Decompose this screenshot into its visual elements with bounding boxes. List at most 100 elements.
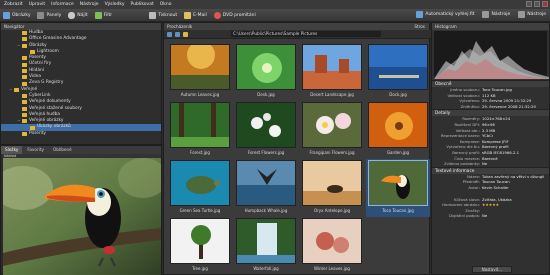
- tree-item[interactable]: Posenty: [1, 131, 161, 137]
- tools-button-2[interactable]: Nástroje: [518, 11, 546, 18]
- thumbnail-item[interactable]: Frangipani Flowers.jpg: [300, 101, 364, 159]
- tab-oblibene[interactable]: Oblíbené: [49, 146, 76, 154]
- thumbnail-item[interactable]: Tree.jpg: [168, 217, 232, 275]
- thumbnail-item[interactable]: Forest.jpg: [168, 101, 232, 159]
- info-key: Zvlákno podobnky:: [444, 161, 480, 167]
- thumbnail-caption: Dock.jpg: [389, 92, 407, 97]
- find-label: Nájít: [77, 12, 88, 18]
- tools-label-2: Nástroje: [527, 12, 546, 17]
- maximize-button[interactable]: [534, 1, 540, 7]
- menu-informace[interactable]: Informace: [51, 2, 74, 7]
- folder-icon: [14, 87, 19, 92]
- thumbnail-item[interactable]: Green Sea Turtle.jpg: [168, 159, 232, 217]
- email-button[interactable]: E-Mail: [184, 11, 207, 19]
- thumbnail-image: [302, 218, 362, 264]
- thumbnail-item[interactable]: Winter Leaves.jpg: [300, 217, 364, 275]
- histogram-chart: [434, 31, 549, 79]
- dvd-icon: [213, 11, 221, 19]
- forward-icon[interactable]: [175, 31, 180, 37]
- signature-value: Ne: [482, 213, 488, 219]
- back-icon[interactable]: [167, 31, 172, 37]
- close-button[interactable]: [542, 1, 548, 7]
- path-input[interactable]: C:\Users\Public\Pictures\Sample Pictures: [231, 31, 381, 37]
- thumbnail-item[interactable]: Garden.jpg: [366, 101, 430, 159]
- thumbnail-item[interactable]: Dock.jpg: [366, 43, 430, 101]
- preview-panel: Složky Favority Oblíbené Náhled: [0, 145, 162, 275]
- filter-button[interactable]: Filtr: [94, 11, 113, 19]
- folder-up-icon[interactable]: [183, 31, 188, 37]
- filter-label: Filtr: [103, 12, 113, 18]
- email-icon: [184, 11, 192, 19]
- detail-info: Rozměry: 1024×768×24 Rozlišení DPI: 96×96 Ve…: [432, 116, 549, 166]
- tab-favorites[interactable]: Favority: [23, 146, 48, 154]
- folder-icon: [22, 131, 27, 136]
- general-info: Jméno souboru: Toco Toucan.jpg Velikost so…: [432, 87, 549, 109]
- thumbnail-image: [236, 44, 296, 90]
- folder-icon: [22, 56, 27, 61]
- thumbnail-caption: Autumn Leaves.jpg: [180, 92, 220, 97]
- menu-publikovat[interactable]: Publikovat: [131, 2, 154, 7]
- menu-vysledky[interactable]: Výsledky: [105, 2, 125, 7]
- dvd-slideshow-button[interactable]: DVD promítání: [213, 11, 256, 19]
- menu-upravit[interactable]: Upravit: [29, 2, 45, 7]
- filter-icon: [94, 11, 102, 19]
- thumbnail-image: [170, 102, 230, 148]
- folder-icon: [22, 119, 27, 124]
- thumbnail-image: [368, 44, 428, 90]
- panels-button[interactable]: Panely: [37, 11, 61, 19]
- thumbnail-caption: Green Sea Turtle.jpg: [179, 208, 221, 213]
- path-bar: C:\Users\Public\Pictures\Sample Pictures: [164, 30, 431, 39]
- rating-stars[interactable]: ★★★★★: [482, 202, 499, 208]
- print-button[interactable]: Tisknout: [149, 11, 178, 19]
- preview-image-toucan: [3, 158, 161, 275]
- thumbnail-item[interactable]: Desk.jpg: [234, 43, 298, 101]
- thumbnail-item[interactable]: Waterfall.jpg: [234, 217, 298, 275]
- thumbnail-item[interactable]: Desert Landscape.jpg: [300, 43, 364, 101]
- thumbnail-item[interactable]: Autumn Leaves.jpg: [168, 43, 232, 101]
- signature-row: Digitální podpis: Ne: [432, 213, 549, 219]
- expand-toggle-icon[interactable]: −: [17, 43, 20, 49]
- tab-folders[interactable]: Složky: [1, 146, 23, 154]
- thumbnail-image: [302, 102, 362, 148]
- expand-toggle-icon[interactable]: −: [17, 118, 20, 124]
- histogram-graph: [434, 41, 549, 79]
- thumbnail-item[interactable]: Toco Toucan.jpg: [366, 159, 430, 217]
- thumbnail-caption: Winter Leaves.jpg: [314, 266, 350, 271]
- menu-zobrazit[interactable]: Zobrazit: [4, 2, 23, 7]
- thumbnail-item[interactable]: Forest Flowers.jpg: [234, 101, 298, 159]
- thumbnail-caption: Forest.jpg: [190, 150, 210, 155]
- text-info: Název: Tukan zavřený na větví v džungli Př…: [432, 174, 549, 191]
- folder-icon: [22, 68, 27, 73]
- thumbnail-caption: Oryx Antelope.jpg: [313, 208, 351, 213]
- thumbnail-item[interactable]: Humpback Whale.jpg: [234, 159, 298, 217]
- thumbnail-caption: Desk.jpg: [257, 92, 275, 97]
- binoculars-icon: [68, 11, 76, 19]
- find-button[interactable]: Nájít: [68, 11, 88, 19]
- images-button[interactable]: Obrázky: [3, 11, 30, 19]
- thumbnail-item[interactable]: Oryx Antelope.jpg: [300, 159, 364, 217]
- apply-button[interactable]: Nastavit...: [472, 266, 512, 273]
- thumbnail-image: [302, 160, 362, 206]
- menu-nastroje[interactable]: Nástroje: [80, 2, 99, 7]
- browser-header-bar: Procházeník Stros: [164, 23, 429, 30]
- auto-fit-button[interactable]: Automatický vyhlej.fit: [416, 11, 474, 18]
- expand-toggle-icon[interactable]: −: [9, 87, 12, 93]
- thumbnail-caption: Toco Toucan.jpg: [382, 208, 414, 213]
- folder-icon: [22, 75, 27, 80]
- email-label: E-Mail: [193, 12, 207, 18]
- general-header: Obecně: [432, 80, 549, 87]
- folder-icon: [22, 43, 27, 48]
- left-tabs: Složky Favority Oblíbené: [1, 146, 161, 154]
- tree-list: Hudba Office Greasine Advantage − Obrázky Li…: [1, 30, 161, 137]
- minimize-button[interactable]: [526, 1, 532, 7]
- autofit-icon: [416, 11, 424, 18]
- print-label: Tisknout: [158, 12, 178, 18]
- thumbnail-image: [170, 160, 230, 206]
- thumbnail-caption: Forest Flowers.jpg: [247, 150, 285, 155]
- browser-header-right[interactable]: Stros: [414, 23, 425, 30]
- images-icon: [3, 11, 10, 19]
- tools-button-1[interactable]: Nástroje: [482, 11, 510, 18]
- menu-okno[interactable]: Okno: [160, 2, 172, 7]
- info-value: Ne: [482, 161, 488, 167]
- tree-header: Navigátor: [1, 23, 161, 30]
